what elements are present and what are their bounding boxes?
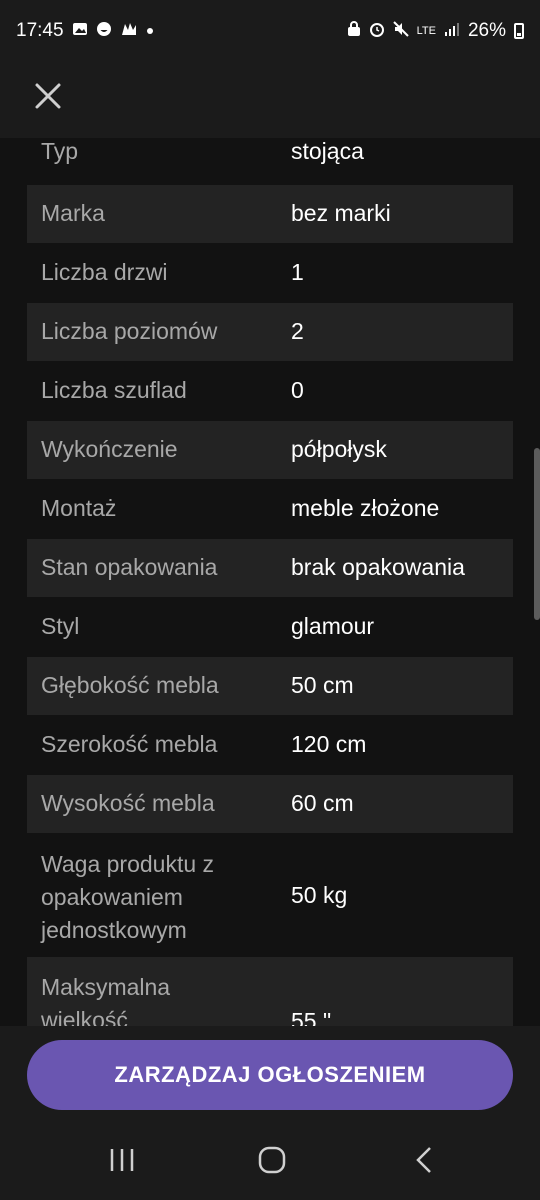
param-value: meble złożone	[291, 495, 440, 521]
param-value: bez marki	[291, 200, 391, 226]
param-row: Stan opakowania brak opakowania	[27, 539, 513, 597]
param-value: 120 cm	[291, 731, 367, 757]
back-icon	[416, 1147, 431, 1173]
param-row: Typ stojąca	[27, 138, 513, 174]
status-right: LTE 26%	[347, 20, 524, 42]
param-row: Styl glamour	[27, 598, 513, 656]
close-button[interactable]	[30, 78, 66, 114]
param-value: glamour	[291, 613, 375, 639]
param-row: Szerokość mebla 120 cm	[27, 716, 513, 774]
app-notification-icon	[120, 21, 138, 42]
home-icon	[258, 1146, 286, 1174]
signal-icon	[444, 21, 460, 42]
recent-apps-button[interactable]	[92, 1138, 152, 1182]
dot-icon	[146, 22, 154, 40]
param-value: 2	[291, 318, 304, 344]
param-value: półpołysk	[291, 436, 387, 462]
param-row: Liczba szuflad 0	[27, 362, 513, 420]
battery-percent: 26%	[467, 20, 506, 41]
param-row: Marka bez marki	[27, 185, 513, 243]
param-label: Szerokość mebla	[41, 731, 218, 757]
param-row: Liczba poziomów 2	[27, 303, 513, 361]
param-row: Wysokość mebla 60 cm	[27, 775, 513, 833]
status-bar: 17:45 LTE 26%	[0, 0, 540, 62]
param-value: brak opakowania	[291, 554, 465, 580]
lock-icon	[347, 20, 361, 42]
param-label: Maksymalna wielkość	[41, 974, 171, 1026]
param-row: Montaż meble złożone	[27, 480, 513, 538]
param-label: Typ	[41, 138, 79, 164]
param-label: Liczba poziomów	[41, 318, 218, 344]
param-label: Wykończenie	[41, 436, 178, 462]
param-label: Liczba szuflad	[41, 377, 187, 403]
home-button[interactable]	[242, 1138, 302, 1182]
manage-listing-button[interactable]: ZARZĄDZAJ OGŁOSZENIEM	[27, 1040, 513, 1110]
gallery-icon	[72, 21, 88, 42]
app-bar	[0, 62, 540, 138]
scrollbar[interactable]	[534, 448, 540, 620]
recent-apps-icon	[110, 1149, 134, 1171]
param-value: 60 cm	[291, 790, 354, 816]
param-value: 50 cm	[291, 672, 354, 698]
system-nav-bar	[0, 1120, 540, 1200]
param-row: Maksymalna wielkość 55 "	[27, 957, 513, 1026]
param-value: 55 "	[291, 1008, 332, 1026]
parameters-list[interactable]: Typ stojąca Marka bez marki Liczba drzwi…	[0, 138, 540, 1026]
param-row: Głębokość mebla 50 cm	[27, 657, 513, 715]
param-label: Marka	[41, 200, 105, 226]
back-button[interactable]	[394, 1138, 454, 1182]
param-value: 1	[291, 259, 304, 285]
param-label: Stan opakowania	[41, 554, 218, 580]
param-label: Waga produktu z opakowaniem jednostkowym	[41, 851, 215, 943]
param-value: 50 kg	[291, 882, 348, 908]
emoji-icon	[96, 21, 112, 42]
param-value: stojąca	[291, 138, 364, 164]
close-icon	[35, 83, 61, 109]
alarm-icon	[369, 21, 385, 42]
cta-container: ZARZĄDZAJ OGŁOSZENIEM	[0, 1026, 540, 1120]
status-time: 17:45	[16, 20, 64, 41]
battery-icon	[514, 23, 524, 39]
param-label: Styl	[41, 613, 80, 639]
param-row: Waga produktu z opakowaniem jednostkowym…	[27, 834, 513, 956]
param-value: 0	[291, 377, 304, 403]
param-label: Wysokość mebla	[41, 790, 215, 816]
param-label: Montaż	[41, 495, 117, 521]
status-left: 17:45	[16, 20, 154, 42]
param-row: Liczba drzwi 1	[27, 244, 513, 302]
mute-icon	[392, 20, 409, 42]
param-label: Liczba drzwi	[41, 259, 168, 285]
param-label: Głębokość mebla	[41, 672, 219, 698]
network-type: LTE	[416, 25, 436, 37]
param-row: Wykończenie półpołysk	[27, 421, 513, 479]
